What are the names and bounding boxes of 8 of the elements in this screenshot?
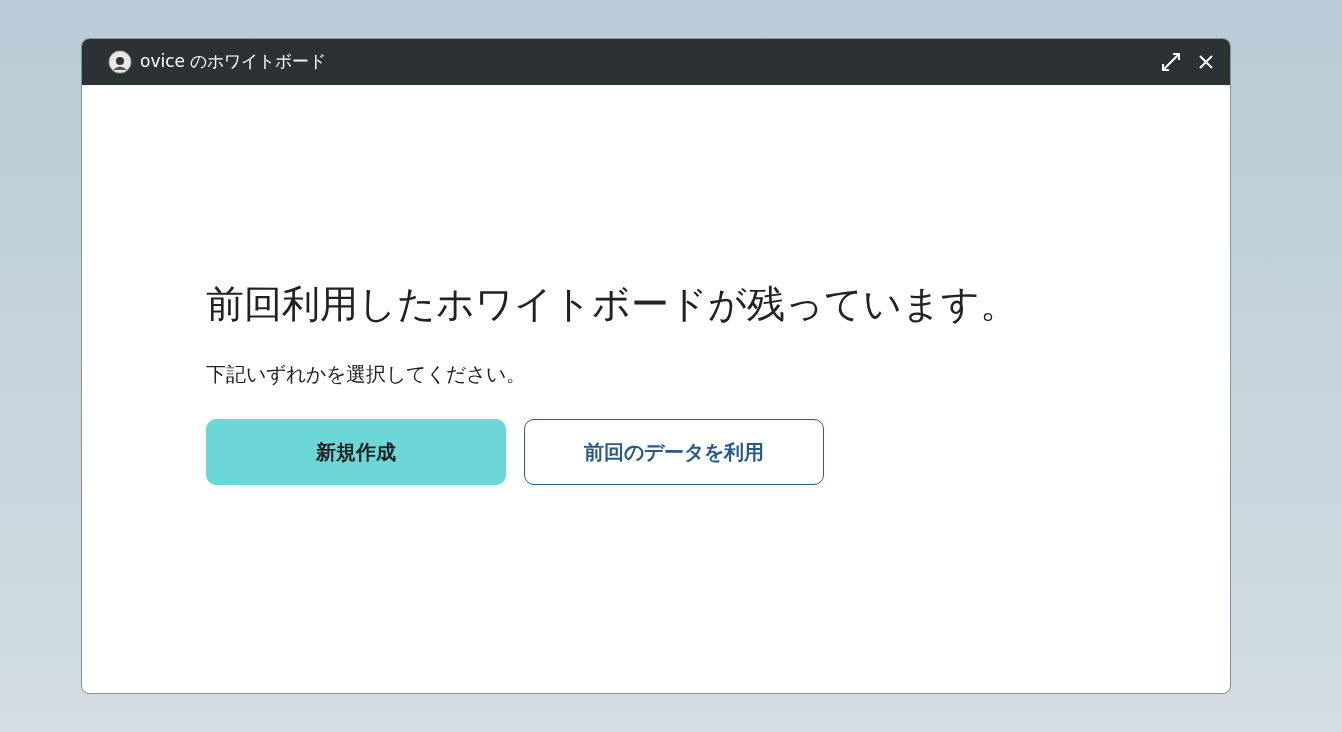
use-previous-button[interactable]: 前回のデータを利用	[524, 418, 824, 485]
heading: 前回利用したホワイトボードが残っています。	[206, 281, 1019, 328]
create-new-button[interactable]: 新規作成	[206, 418, 506, 485]
expand-icon[interactable]	[1160, 51, 1182, 73]
instruction-text: 下記いずれかを選択してください。	[206, 360, 527, 388]
window-title: ovice のホワイトボード	[140, 50, 327, 74]
avatar-icon	[108, 50, 132, 74]
close-icon[interactable]	[1198, 54, 1214, 70]
